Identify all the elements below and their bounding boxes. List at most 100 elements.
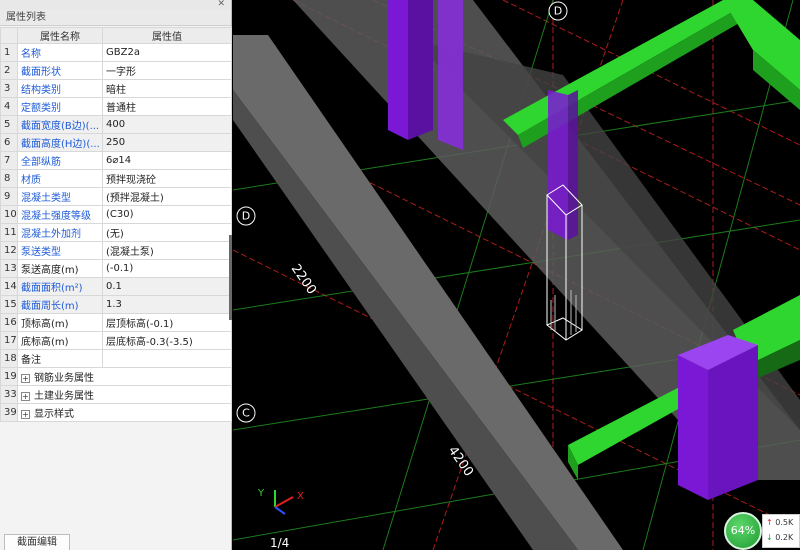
property-value[interactable]: 层底标高-0.3(-3.5) xyxy=(102,331,232,350)
column-top-left-face xyxy=(388,0,408,140)
grid-label-c-left: C xyxy=(242,407,250,420)
header-property-value: 属性值 xyxy=(102,27,232,44)
table-row[interactable]: 2 截面形状 一字形 xyxy=(0,61,232,80)
column-top-left-side xyxy=(408,0,433,140)
property-value[interactable]: GBZ2a xyxy=(102,43,232,62)
expand-icon[interactable]: + xyxy=(21,409,30,419)
row-index: 39 xyxy=(0,403,18,422)
close-icon[interactable]: ✕ xyxy=(217,0,225,9)
beam-top-right-a xyxy=(503,0,753,135)
row-index: 4 xyxy=(0,97,18,116)
table-row[interactable]: 11 混凝土外加剂 (无) xyxy=(0,223,232,242)
row-index: 7 xyxy=(0,151,18,170)
property-name: 截面面积(m²) xyxy=(17,277,103,296)
table-row[interactable]: 3 结构类别 暗柱 xyxy=(0,79,232,98)
property-name: 底标高(m) xyxy=(17,331,103,350)
panel-title: 属性列表 xyxy=(0,10,231,26)
column-center-side xyxy=(568,90,578,240)
expand-icon[interactable]: + xyxy=(21,373,30,383)
download-speed: ↓ 0.2K xyxy=(766,533,794,542)
panel-splitter-handle[interactable] xyxy=(229,235,232,320)
group-label-text: 土建业务属性 xyxy=(34,391,94,402)
upload-arrow-icon: ↑ xyxy=(766,518,773,527)
property-value[interactable]: 普通柱 xyxy=(102,97,232,116)
group-row[interactable]: 19 + 钢筋业务属性 xyxy=(0,367,232,386)
grid-label-d-top: D xyxy=(554,5,562,18)
property-name: 截面形状 xyxy=(17,61,103,80)
property-value[interactable]: (混凝土泵) xyxy=(102,241,232,260)
row-index: 19 xyxy=(0,367,18,386)
table-row[interactable]: 9 混凝土类型 (预拌混凝土) xyxy=(0,187,232,206)
property-value: 400 xyxy=(102,115,232,134)
network-monitor-widget[interactable]: 64% ↑ 0.5K ↓ 0.2K xyxy=(724,510,800,550)
property-name: 截面周长(m) xyxy=(17,295,103,314)
property-value[interactable]: 一字形 xyxy=(102,61,232,80)
download-arrow-icon: ↓ xyxy=(766,533,773,542)
app-root: ✕ 属性列表 属性名称 属性值 1 名称 GBZ2a 2 截面形状 一字形 3 结构类别 暗柱 4… xyxy=(0,0,800,550)
network-usage-badge[interactable]: 64% xyxy=(724,512,762,550)
group-row[interactable]: 39 + 显示样式 xyxy=(0,403,232,422)
property-value[interactable]: 暗柱 xyxy=(102,79,232,98)
row-index: 5 xyxy=(0,115,18,134)
row-index: 11 xyxy=(0,223,18,242)
table-row[interactable]: 1 名称 GBZ2a xyxy=(0,43,232,62)
table-row[interactable]: 10 混凝土强度等级 (C30) xyxy=(0,205,232,224)
3d-viewport[interactable]: D D C 2200 4200 Y X xyxy=(233,0,800,550)
row-index: 9 xyxy=(0,187,18,206)
upload-speed: ↑ 0.5K xyxy=(766,518,794,527)
group-row[interactable]: 33 + 土建业务属性 xyxy=(0,385,232,404)
row-index: 14 xyxy=(0,277,18,296)
group-label[interactable]: + 土建业务属性 xyxy=(17,385,232,404)
table-header-row: 属性名称 属性值 xyxy=(0,27,232,44)
property-name: 全部纵筋 xyxy=(17,151,103,170)
table-row[interactable]: 8 材质 预拌现浇砼 xyxy=(0,169,232,188)
grid-label-d-left: D xyxy=(242,210,250,223)
property-name: 定额类别 xyxy=(17,97,103,116)
property-value: 250 xyxy=(102,133,232,152)
table-row[interactable]: 18 备注 xyxy=(0,349,232,368)
row-index: 12 xyxy=(0,241,18,260)
group-label[interactable]: + 钢筋业务属性 xyxy=(17,367,232,386)
table-row[interactable]: 12 泵送类型 (混凝土泵) xyxy=(0,241,232,260)
row-index: 13 xyxy=(0,259,18,278)
group-label-text: 显示样式 xyxy=(34,409,74,420)
property-name: 截面宽度(B边)(... xyxy=(17,115,103,134)
page-indicator: 1/4 xyxy=(270,536,290,550)
axis-y-label: Y xyxy=(257,488,265,499)
property-name: 结构类别 xyxy=(17,79,103,98)
table-row[interactable]: 4 定额类别 普通柱 xyxy=(0,97,232,116)
property-value[interactable]: 层顶标高(-0.1) xyxy=(102,313,232,332)
table-row[interactable]: 5 截面宽度(B边)(... 400 xyxy=(0,115,232,134)
property-value[interactable]: (无) xyxy=(102,223,232,242)
property-name: 混凝土外加剂 xyxy=(17,223,103,242)
property-value[interactable]: (预拌混凝土) xyxy=(102,187,232,206)
property-panel: ✕ 属性列表 属性名称 属性值 1 名称 GBZ2a 2 截面形状 一字形 3 结构类别 暗柱 4… xyxy=(0,0,232,550)
row-index: 18 xyxy=(0,349,18,368)
property-value[interactable] xyxy=(102,349,232,368)
tab-section-edit[interactable]: 截面编辑 xyxy=(4,534,70,550)
property-value: 0.1 xyxy=(102,277,232,296)
group-label[interactable]: + 显示样式 xyxy=(17,403,232,422)
table-row[interactable]: 15 截面周长(m) 1.3 xyxy=(0,295,232,314)
axis-x-label: X xyxy=(297,491,304,502)
row-index: 2 xyxy=(0,61,18,80)
group-label-text: 钢筋业务属性 xyxy=(34,373,94,384)
property-value[interactable]: (-0.1) xyxy=(102,259,232,278)
table-row[interactable]: 6 截面高度(H边)(... 250 xyxy=(0,133,232,152)
row-index: 3 xyxy=(0,79,18,98)
table-row[interactable]: 7 全部纵筋 6⌀14 xyxy=(0,151,232,170)
property-value[interactable]: 预拌现浇砼 xyxy=(102,169,232,188)
table-row[interactable]: 16 顶标高(m) 层顶标高(-0.1) xyxy=(0,313,232,332)
property-name: 名称 xyxy=(17,43,103,62)
table-row[interactable]: 14 截面面积(m²) 0.1 xyxy=(0,277,232,296)
column-bottom-right-face xyxy=(678,355,708,500)
row-index: 17 xyxy=(0,331,18,350)
axis-gizmo: Y X xyxy=(257,488,304,515)
expand-icon[interactable]: + xyxy=(21,391,30,401)
property-name: 泵送类型 xyxy=(17,241,103,260)
table-row[interactable]: 13 泵送高度(m) (-0.1) xyxy=(0,259,232,278)
property-value[interactable]: (C30) xyxy=(102,205,232,224)
table-row[interactable]: 17 底标高(m) 层底标高-0.3(-3.5) xyxy=(0,331,232,350)
panel-header: ✕ xyxy=(0,0,231,10)
property-value[interactable]: 6⌀14 xyxy=(102,151,232,170)
